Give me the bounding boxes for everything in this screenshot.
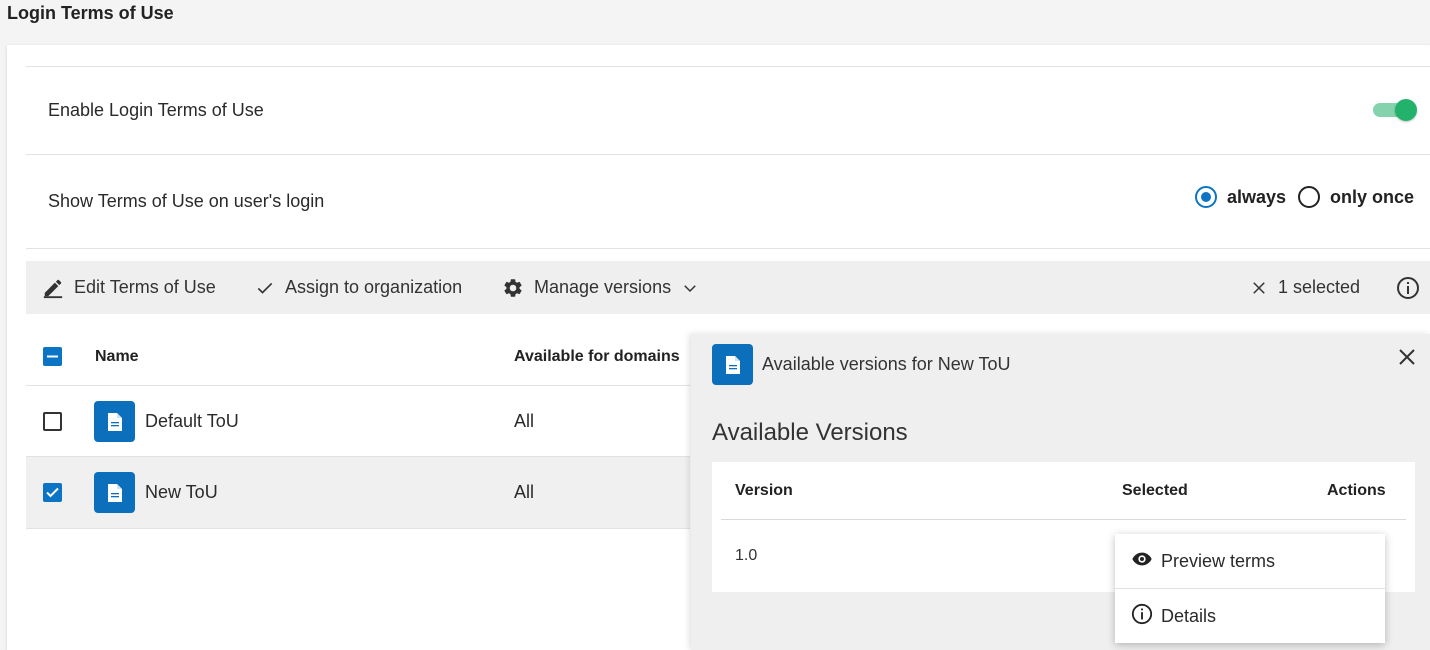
document-icon [94,472,135,513]
row-checkbox[interactable] [43,412,62,431]
radio-only-once[interactable]: only once [1297,186,1414,208]
enable-terms-toggle[interactable] [1373,99,1417,121]
preview-terms-menu-item[interactable]: Preview terms [1115,534,1385,588]
assign-organization-button[interactable]: Assign to organization [255,261,462,314]
close-panel-button[interactable] [1397,347,1417,367]
column-header-domains[interactable]: Available for domains [514,348,680,366]
radio-circle-always [1194,186,1217,208]
preview-terms-label: Preview terms [1161,550,1276,571]
actions-menu: Preview terms Details [1115,534,1385,643]
row-name: Default ToU [145,411,239,431]
show-terms-radio-group: always only once [1194,186,1414,208]
row-domains: All [514,411,535,431]
divider [721,519,1406,520]
panel-heading: Available Versions [712,419,908,446]
version-value: 1.0 [735,547,758,564]
manage-versions-button[interactable]: Manage versions [502,261,699,314]
divider [26,66,1430,67]
page-title: Login Terms of Use [7,3,174,23]
document-icon [712,344,753,385]
toggle-knob [1395,99,1417,121]
column-header-name[interactable]: Name [95,348,139,366]
clear-selection-button[interactable]: 1 selected [1250,261,1360,314]
enable-terms-label: Enable Login Terms of Use [48,100,264,120]
column-header-actions: Actions [1327,482,1386,499]
check-icon [255,278,275,298]
manage-versions-label: Manage versions [534,277,672,297]
toolbar: Edit Terms of Use Assign to organization… [26,261,1430,314]
show-terms-label: Show Terms of Use on user's login [48,191,325,211]
eye-icon [1131,548,1153,575]
row-domains: All [514,482,535,502]
row-name: New ToU [145,482,218,502]
document-icon [94,401,135,442]
info-icon [1131,603,1153,630]
row-checkbox-checked[interactable] [43,483,62,502]
close-icon [1250,279,1268,297]
chevron-down-icon [681,279,699,297]
select-all-checkbox[interactable] [43,347,62,366]
pencil-icon [42,277,64,299]
divider [26,385,690,386]
details-menu-item[interactable]: Details [1115,589,1385,643]
column-header-version[interactable]: Version [735,482,793,500]
panel-title: Available versions for New ToU [762,354,1011,374]
radio-circle-only-once [1297,186,1320,208]
edit-terms-label: Edit Terms of Use [74,277,216,297]
radio-always[interactable]: always [1194,186,1286,208]
column-header-selected[interactable]: Selected [1122,482,1188,500]
check-icon [46,487,59,498]
info-button[interactable] [1396,261,1420,314]
close-icon [1399,349,1415,365]
radio-label-always: always [1226,186,1286,207]
edit-terms-button[interactable]: Edit Terms of Use [42,261,216,314]
gear-icon [502,277,524,299]
info-icon [1396,276,1420,300]
assign-organization-label: Assign to organization [285,277,463,297]
selected-count: 1 selected [1278,277,1361,297]
divider [26,248,1430,249]
details-label: Details [1161,605,1217,626]
radio-label-only-once: only once [1329,186,1414,207]
indeterminate-icon [47,355,58,358]
divider [26,154,1430,155]
divider [26,456,690,457]
divider [26,528,690,529]
